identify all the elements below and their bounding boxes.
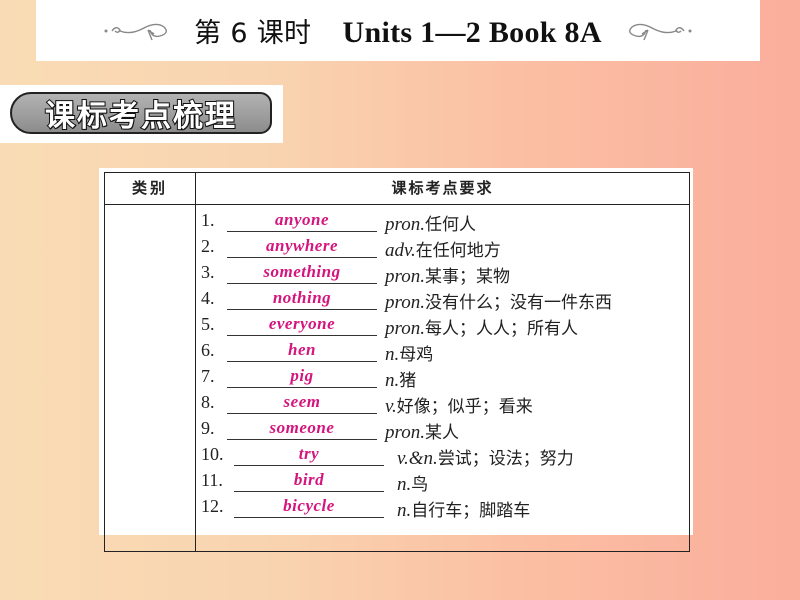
vocab-panel: 类别 课标考点要求 1. anyone pron.任何人 2. anywhere adv.…: [99, 168, 693, 552]
section-badge-label: 课标考点梳理: [44, 98, 237, 135]
table-row: 11. bird n.鸟: [201, 467, 689, 495]
part-of-speech: n.: [397, 474, 412, 495]
column-header-requirements: 课标考点要求: [391, 179, 494, 197]
answer-blank[interactable]: something: [227, 259, 377, 284]
meaning: 猪: [399, 371, 417, 391]
part-of-speech: n.: [385, 370, 400, 391]
item-number: 6.: [201, 340, 215, 360]
item-number: 1.: [201, 210, 215, 230]
meaning: 某事；某物: [424, 267, 510, 287]
part-of-speech: v.: [385, 396, 397, 417]
item-number: 5.: [201, 314, 215, 334]
answer-blank[interactable]: everyone: [227, 311, 377, 336]
answer-blank[interactable]: anywhere: [227, 233, 377, 258]
table-row: 1. anyone pron.任何人: [201, 207, 689, 235]
meaning: 某人: [424, 423, 459, 443]
part-of-speech: pron.: [385, 266, 425, 287]
part-of-speech: n.: [385, 344, 400, 365]
item-number: 3.: [201, 262, 215, 282]
meaning: 尝试；设法；努力: [437, 449, 574, 469]
answer-blank[interactable]: try: [234, 441, 384, 466]
table-row: 2. anywhere adv.在任何地方: [201, 233, 689, 261]
part-of-speech: adv.: [385, 240, 416, 261]
item-number: 10.: [201, 444, 224, 464]
answer-blank[interactable]: nothing: [227, 285, 377, 310]
meaning: 任何人: [424, 215, 476, 235]
item-number: 7.: [201, 366, 215, 386]
answer-blank[interactable]: bicycle: [234, 493, 384, 518]
table-row: 3. something pron.某事；某物: [201, 259, 689, 287]
table-row: 7. pig n.猪: [201, 363, 689, 391]
section-badge: 课标考点梳理: [10, 92, 272, 135]
part-of-speech: pron.: [385, 214, 425, 235]
page-title: 第 6 课时 Units 1—2 Book 8A: [194, 11, 602, 50]
table-row: 5. everyone pron.每人；人人；所有人: [201, 311, 689, 339]
table-header: 类别 课标考点要求: [105, 173, 689, 205]
meaning: 母鸡: [399, 345, 434, 365]
definition: n.自行车；脚踏车: [397, 496, 530, 522]
answer-blank[interactable]: anyone: [227, 207, 377, 232]
vocab-table: 类别 课标考点要求 1. anyone pron.任何人 2. anywhere adv.…: [104, 172, 690, 552]
part-of-speech: v.&n.: [397, 448, 438, 469]
table-row: 9. someone pron.某人: [201, 415, 689, 443]
meaning: 自行车；脚踏车: [411, 501, 531, 521]
meaning: 在任何地方: [415, 241, 501, 261]
item-number: 12.: [201, 496, 224, 516]
part-of-speech: pron.: [385, 422, 425, 443]
title-bar: 第 6 课时 Units 1—2 Book 8A: [36, 0, 760, 61]
left-flourish-icon: [104, 23, 168, 40]
section-badge-box: 课标考点梳理: [0, 85, 283, 143]
meaning: 好像；似乎；看来: [396, 397, 533, 417]
table-rows: 1. anyone pron.任何人 2. anywhere adv.在任何地方 3. som…: [201, 207, 689, 522]
lesson-label: 第 6 课时: [194, 18, 312, 49]
part-of-speech: pron.: [385, 318, 425, 339]
item-number: 2.: [201, 236, 215, 256]
answer-blank[interactable]: hen: [227, 337, 377, 362]
part-of-speech: pron.: [385, 292, 425, 313]
table-row: 4. nothing pron.没有什么；没有一件东西: [201, 285, 689, 313]
meaning: 没有什么；没有一件东西: [424, 293, 612, 313]
part-of-speech: n.: [397, 500, 412, 521]
unit-title: Units 1—2 Book 8A: [342, 16, 602, 49]
meaning: 每人；人人；所有人: [424, 319, 578, 339]
column-header-category: 类别: [131, 179, 168, 197]
table-row: 12. bicycle n.自行车；脚踏车: [201, 493, 689, 522]
table-row: 10. try v.&n.尝试；设法；努力: [201, 441, 689, 469]
item-number: 8.: [201, 392, 215, 412]
item-number: 11.: [201, 470, 223, 490]
answer-blank[interactable]: bird: [234, 467, 384, 492]
meaning: 鸟: [411, 475, 429, 495]
answer-blank[interactable]: pig: [227, 363, 377, 388]
column-divider: [195, 173, 196, 551]
item-number: 9.: [201, 418, 215, 438]
table-row: 6. hen n.母鸡: [201, 337, 689, 365]
answer-blank[interactable]: seem: [227, 389, 377, 414]
item-number: 4.: [201, 288, 215, 308]
answer-blank[interactable]: someone: [227, 415, 377, 440]
table-row: 8. seem v.好像；似乎；看来: [201, 389, 689, 417]
right-flourish-icon: [628, 23, 692, 40]
